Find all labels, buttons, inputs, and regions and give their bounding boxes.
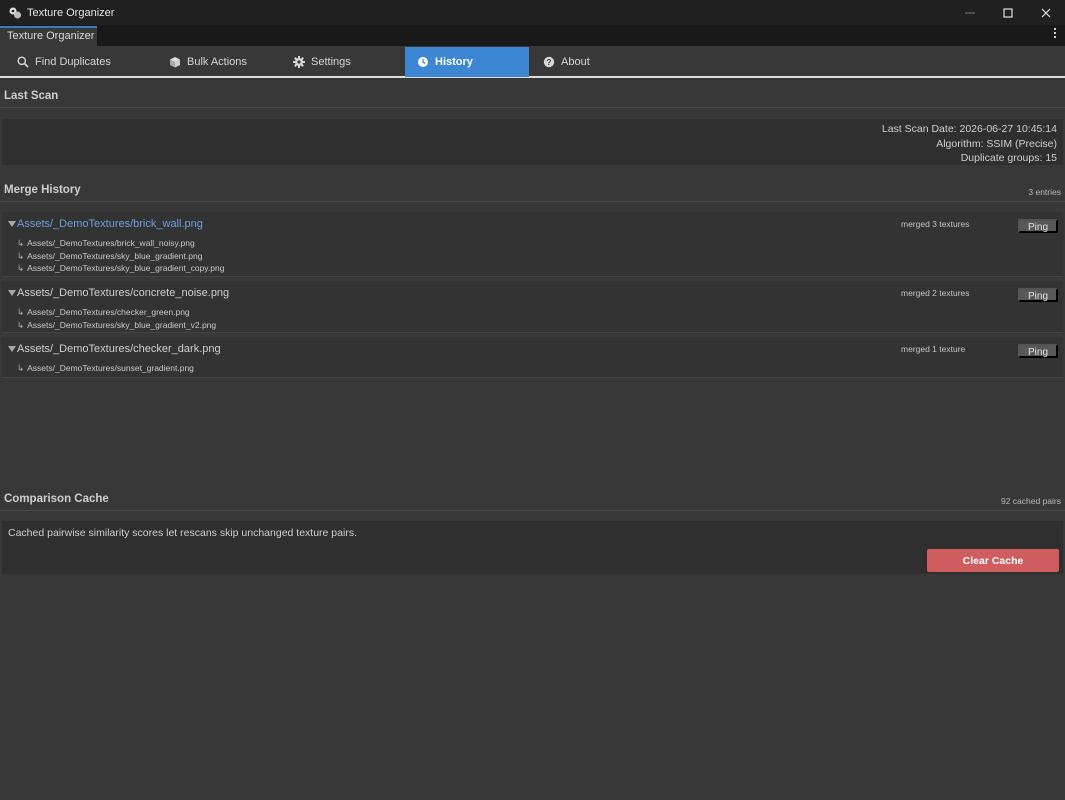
sub-arrow-icon: ↳ (17, 307, 25, 317)
cached-pairs-count: 92 cached pairs (1000, 496, 1061, 506)
last-scan-header: Last Scan (0, 86, 1065, 108)
tab-settings[interactable]: Settings (286, 47, 410, 77)
merged-texture-item: ↳ Assets/_DemoTextures/checker_green.png (17, 307, 190, 317)
tab-about[interactable]: ? About (529, 47, 653, 77)
last-scan-date: Last Scan Date: 2026-06-27 10:45:14 (881, 123, 1057, 135)
history-entry: Assets/_DemoTextures/checker_dark.png me… (2, 337, 1063, 378)
comparison-cache-panel: Cached pairwise similarity scores let re… (2, 521, 1063, 574)
help-icon: ? (543, 56, 555, 68)
ping-button[interactable]: Ping (1018, 219, 1058, 233)
tab-label: Find Duplicates (35, 56, 111, 68)
app-icon (9, 7, 21, 18)
search-icon (17, 56, 29, 68)
dock-tab-texture-organizer[interactable]: Texture Organizer (0, 26, 97, 46)
merged-texture-item: ↳ Assets/_DemoTextures/sky_blue_gradient_… (17, 319, 217, 330)
section-title: Last Scan (4, 90, 59, 102)
maximize-icon (1003, 7, 1013, 18)
tab-history[interactable]: History (405, 47, 529, 77)
entry-path-link[interactable]: Assets/_DemoTextures/brick_wall.png (17, 218, 203, 230)
ping-button[interactable]: Ping (1018, 288, 1058, 302)
merged-count: merged 2 textures (901, 288, 970, 298)
merged-texture-item: ↳ Assets/_DemoTextures/sky_blue_gradient_… (17, 263, 225, 273)
main-tabs: Find Duplicates Bulk Actions Settings Hi… (0, 46, 1065, 78)
last-scan-groups: Duplicate groups: 15 (960, 152, 1057, 164)
window-title: Texture Organizer (27, 6, 115, 19)
svg-text:?: ? (547, 58, 552, 67)
merge-history-header: Merge History 3 entries (0, 180, 1065, 202)
cube-icon (169, 56, 181, 68)
gear-icon (293, 56, 305, 68)
close-icon (1041, 8, 1051, 17)
sub-arrow-icon: ↳ (17, 263, 25, 273)
tab-find-duplicates[interactable]: Find Duplicates (0, 47, 124, 77)
section-title: Merge History (4, 184, 81, 196)
expand-caret-icon[interactable] (8, 346, 16, 352)
history-entry: Assets/_DemoTextures/concrete_noise.png … (2, 281, 1063, 333)
merged-count: merged 3 textures (901, 219, 970, 229)
tab-label: Settings (311, 56, 351, 68)
sub-arrow-icon: ↳ (17, 250, 25, 261)
dock-tab-strip: Texture Organizer (0, 25, 1065, 46)
maximize-button[interactable] (989, 0, 1027, 25)
entry-path[interactable]: Assets/_DemoTextures/concrete_noise.png (17, 287, 229, 299)
tab-label: History (435, 56, 473, 68)
section-title: Comparison Cache (4, 493, 109, 505)
merged-count: merged 1 texture (901, 344, 966, 354)
expand-caret-icon[interactable] (8, 221, 16, 227)
last-scan-algorithm: Algorithm: SSIM (Precise) (936, 137, 1057, 150)
sub-arrow-icon: ↳ (17, 319, 25, 330)
history-entry: Assets/_DemoTextures/brick_wall.png merg… (2, 212, 1063, 277)
close-button[interactable] (1027, 0, 1065, 25)
minimize-button[interactable] (951, 0, 989, 25)
clock-icon (417, 56, 429, 68)
tab-label: Bulk Actions (187, 56, 247, 68)
merged-texture-item: ↳ Assets/_DemoTextures/brick_wall_noisy.p… (17, 238, 195, 248)
minimize-icon (965, 12, 975, 13)
entry-count: 3 entries (1028, 187, 1061, 197)
entry-path[interactable]: Assets/_DemoTextures/checker_dark.png (17, 343, 221, 355)
ping-button[interactable]: Ping (1018, 344, 1058, 358)
sub-arrow-icon: ↳ (17, 238, 25, 248)
kebab-menu-icon[interactable] (1053, 28, 1057, 40)
title-bar: Texture Organizer (0, 0, 1065, 25)
expand-caret-icon[interactable] (8, 290, 16, 296)
sub-arrow-icon: ↳ (17, 363, 25, 373)
cache-description: Cached pairwise similarity scores let re… (8, 527, 357, 539)
comparison-cache-header: Comparison Cache 92 cached pairs (0, 489, 1065, 511)
clear-cache-button[interactable]: Clear Cache (927, 549, 1059, 572)
tab-label: About (561, 56, 590, 68)
last-scan-panel: Last Scan Date: 2026-06-27 10:45:14 Algo… (2, 119, 1063, 165)
tab-bulk-actions[interactable]: Bulk Actions (162, 47, 286, 77)
merged-texture-item: ↳ Assets/_DemoTextures/sunset_gradient.pn… (17, 363, 194, 373)
merged-texture-item: ↳ Assets/_DemoTextures/sky_blue_gradient.… (17, 250, 203, 261)
